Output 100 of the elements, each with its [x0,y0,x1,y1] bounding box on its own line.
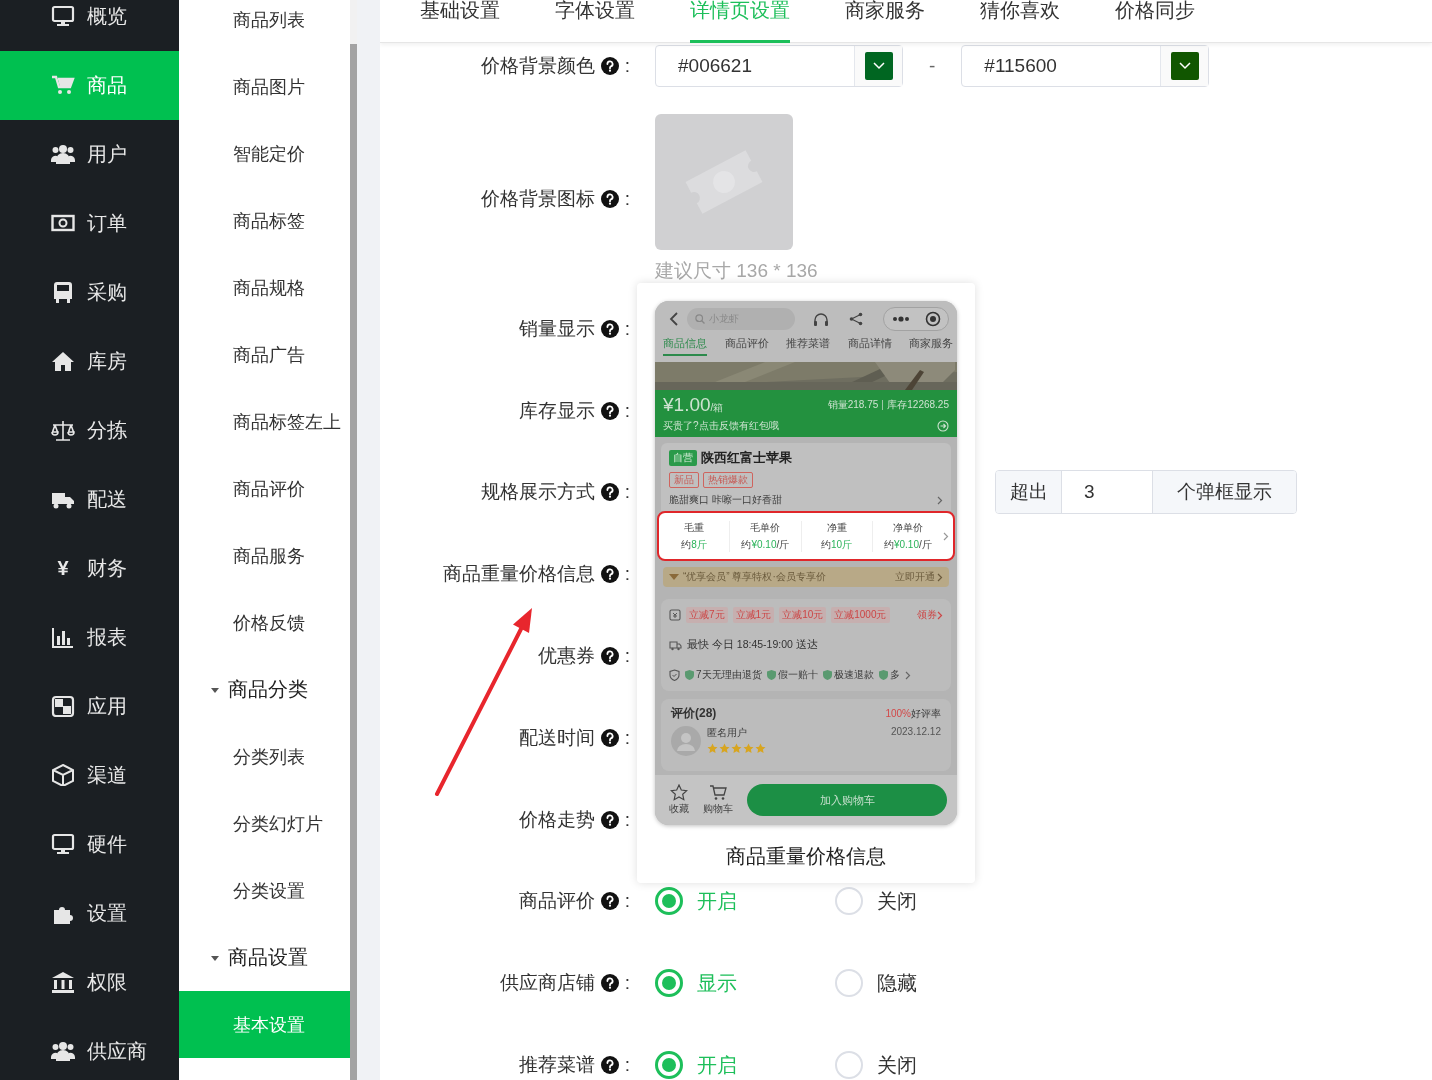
color-picker[interactable]: #006621 [655,45,903,87]
crown-icon [669,573,679,581]
colon: : [624,563,630,586]
monitor-icon [51,5,75,27]
help-icon[interactable] [600,57,619,75]
help-icon[interactable] [600,401,619,420]
colon: : [624,55,630,77]
size-hint: 建议尺寸 136 * 136 [655,259,818,283]
color-swatch-button[interactable] [854,46,902,86]
colon: : [624,645,630,668]
coupon-tag: 立减7元 [686,607,728,623]
help-icon[interactable] [600,190,619,208]
guarantee-icon [685,670,694,680]
cart-button[interactable]: 购物车 [703,784,733,816]
help-icon[interactable] [600,319,619,338]
bank-icon [51,971,75,993]
sidebar-item[interactable]: ¥ 财务 [0,533,179,603]
submenu-item[interactable]: 商品标签 [179,187,350,254]
share-icon[interactable] [849,312,863,326]
sidebar-item[interactable]: 渠道 [0,740,179,810]
tab[interactable]: 商品详情 [847,337,892,356]
sidebar-item[interactable]: 硬件 [0,809,179,879]
help-icon[interactable] [600,810,619,829]
help-icon[interactable] [600,892,619,911]
sidebar-item[interactable]: 供应商 [0,1016,179,1080]
color-swatch-button[interactable] [1160,46,1209,86]
tab[interactable]: 商品评价 [724,337,769,356]
preview-caption: 商品重量价格信息 [725,844,887,869]
sidebar-item[interactable]: 分拣 [0,395,179,465]
headset-icon[interactable] [813,311,829,327]
review-title: 评价(28) [671,705,717,722]
radio-label[interactable]: 关闭 [877,1051,917,1079]
submenu-item[interactable]: 分类列表 [179,723,350,790]
tab[interactable]: 价格同步 [1115,0,1195,43]
radio-button[interactable] [655,1051,683,1080]
arrow-circle-icon[interactable] [937,420,949,432]
tab[interactable]: 字体设置 [555,0,635,43]
colon: : [624,972,630,995]
sidebar-item[interactable]: 设置 [0,878,179,948]
sidebar-item[interactable]: 应用 [0,671,179,741]
color-value: #115600 [983,55,1058,77]
tab[interactable]: 猜你喜欢 [980,0,1060,43]
home-icon [51,350,75,372]
submenu-item[interactable]: 商品列表 [179,0,350,53]
submenu-item[interactable]: 商品规格 [179,254,350,321]
star-icon [707,743,718,754]
submenu-item[interactable]: 商品图片 [179,53,350,120]
tab[interactable]: 商家服务 [845,0,925,43]
field-label: 配送时间 [518,725,595,750]
help-icon[interactable] [600,647,619,666]
help-icon[interactable] [600,974,619,993]
guarantee-icon [878,670,888,680]
submenu-item[interactable]: 分类幻灯片 [179,790,350,857]
radio-label[interactable]: 关闭 [877,887,917,915]
submenu-item[interactable]: 分类设置 [179,857,350,924]
colon: : [624,1054,630,1077]
field-label: 价格背景图标 [480,187,595,211]
submenu-item[interactable]: 智能定价 [179,120,350,187]
tab[interactable]: 基础设置 [420,0,500,43]
back-icon[interactable] [669,312,679,326]
radio-button[interactable] [655,887,683,916]
help-icon[interactable] [600,728,619,747]
sidebar-item[interactable]: 报表 [0,602,179,672]
guarantee-item: 多 [889,668,900,682]
submenu-item[interactable]: 商品评价 [179,455,350,522]
menu-group-label[interactable]: 商品分类 [228,676,308,703]
submenu-item[interactable]: 商品标签左上 [179,388,350,455]
product-description: 脆甜爽口 咔嚓一口好香甜 [669,493,782,507]
submenu-item[interactable]: 商品广告 [179,321,350,388]
help-icon[interactable] [600,565,619,584]
sidebar-item[interactable]: 权限 [0,947,179,1017]
target-icon[interactable] [924,311,941,327]
spec-value: 约¥0.10/斤 [741,537,790,552]
sidebar-item[interactable]: 配送 [0,464,179,534]
sidebar-item[interactable]: 概览 [0,0,179,51]
number-field[interactable]: 3 [1061,471,1153,514]
spec-label: 毛单价 [750,520,781,535]
more-icon[interactable] [891,316,910,322]
submenu-item[interactable]: 商品服务 [179,522,350,589]
help-icon[interactable] [600,1056,619,1075]
self-operated-badge: 自营 [669,450,697,466]
tab[interactable]: 商家服务 [909,337,953,356]
tab[interactable]: 推荐菜谱 [786,337,830,356]
price: ¥1.00/箱 [663,394,724,416]
help-icon[interactable] [600,483,619,502]
spec-label: 净单价 [892,520,923,535]
radio-label[interactable]: 隐藏 [877,969,917,997]
sidebar-item[interactable]: 库房 [0,326,179,396]
favorite-button[interactable]: 收藏 [669,784,689,816]
submenu-item[interactable]: 价格反馈 [179,589,350,656]
chevron-icon [1178,62,1191,70]
guarantee-item: 7天无理由退货 [696,668,762,682]
menu-group-label[interactable]: 商品设置 [228,944,308,971]
sidebar-item[interactable]: 订单 [0,188,179,258]
radio-button[interactable] [655,969,683,998]
guarantee-item: 假一赔十 [777,668,818,682]
cube-icon [51,764,75,786]
sidebar-item[interactable]: 用户 [0,119,179,189]
sidebar-item[interactable]: 采购 [0,257,179,327]
color-picker[interactable]: #115600 [961,45,1210,87]
